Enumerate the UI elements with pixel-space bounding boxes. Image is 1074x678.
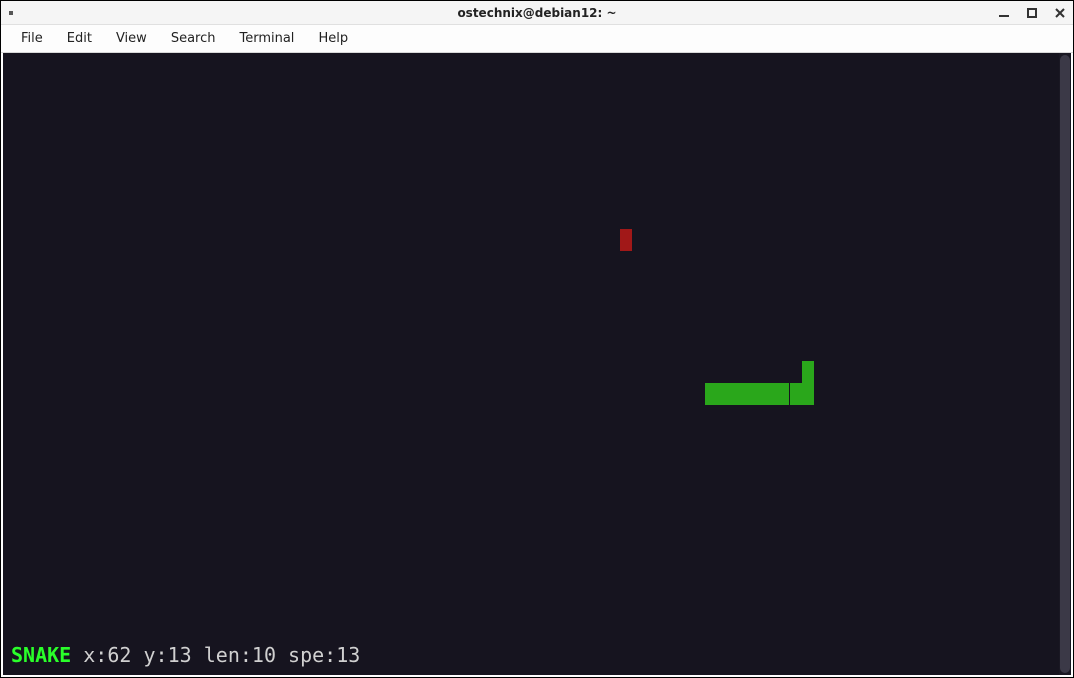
terminal[interactable]: SNAKE x:62 y:13 len:10 spe:13	[3, 53, 1071, 675]
status-line: SNAKE x:62 y:13 len:10 spe:13	[11, 643, 360, 667]
maximize-button[interactable]	[1025, 6, 1039, 20]
food-cell	[620, 229, 632, 251]
status-x-value: 62	[107, 643, 131, 667]
snake-cell	[729, 383, 741, 405]
status-len-value: 10	[252, 643, 276, 667]
menu-search[interactable]: Search	[161, 28, 226, 49]
status-spe-prefix: spe:	[288, 643, 336, 667]
snake-cell	[765, 383, 777, 405]
status-spe-value: 13	[336, 643, 360, 667]
snake-cell	[753, 383, 765, 405]
menu-terminal[interactable]: Terminal	[229, 28, 304, 49]
terminal-container: SNAKE x:62 y:13 len:10 spe:13	[1, 53, 1073, 677]
status-y-prefix: y:	[144, 643, 168, 667]
window-title: ostechnix@debian12: ~	[457, 6, 616, 20]
snake-cell	[717, 383, 729, 405]
window-controls	[997, 6, 1067, 20]
status-y-value: 13	[168, 643, 192, 667]
menubar: File Edit View Search Terminal Help	[1, 25, 1073, 53]
menu-file[interactable]: File	[11, 28, 53, 49]
minimize-button[interactable]	[997, 6, 1011, 20]
snake-cell	[802, 383, 814, 405]
terminal-scrollbar[interactable]	[1059, 53, 1071, 675]
close-button[interactable]	[1053, 6, 1067, 20]
snake-cell	[802, 361, 814, 383]
snake-cell	[777, 383, 789, 405]
snake-cell	[790, 383, 802, 405]
game-name-label: SNAKE	[11, 643, 71, 667]
menu-edit[interactable]: Edit	[57, 28, 102, 49]
snake-cell	[705, 383, 717, 405]
titlebar-left-indicator	[9, 11, 13, 15]
status-len-prefix: len:	[204, 643, 252, 667]
menu-help[interactable]: Help	[308, 28, 358, 49]
status-x-prefix: x:	[83, 643, 107, 667]
scrollbar-thumb[interactable]	[1060, 55, 1070, 673]
window-titlebar: ostechnix@debian12: ~	[1, 1, 1073, 25]
snake-cell	[741, 383, 753, 405]
game-grid	[3, 53, 1059, 675]
menu-view[interactable]: View	[106, 28, 157, 49]
